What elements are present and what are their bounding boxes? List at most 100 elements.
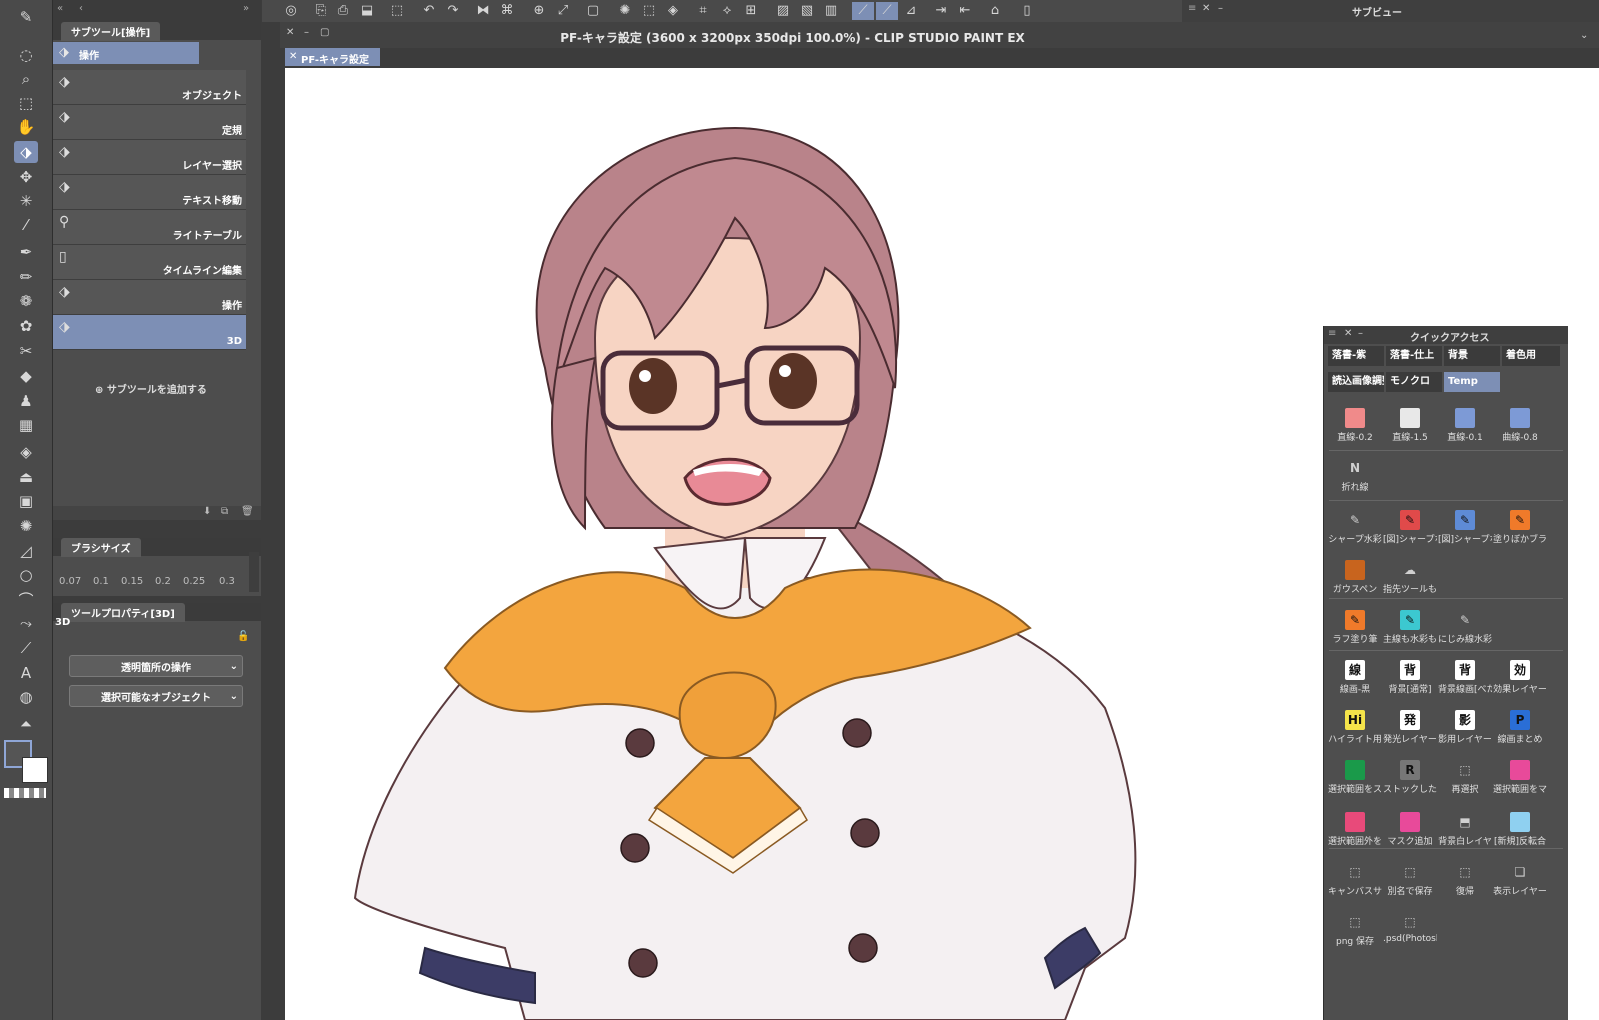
qa-tab[interactable]: 落書-紫: [1328, 346, 1384, 366]
qa-tab[interactable]: 背景: [1444, 346, 1500, 366]
qa-item[interactable]: ✎ にじみ線水彩: [1438, 604, 1492, 654]
qa-item[interactable]: ✎ [図]シャープな: [1383, 504, 1437, 554]
crop-icon[interactable]: ⌗: [694, 2, 712, 20]
app-icon[interactable]: ◎: [282, 2, 300, 20]
pyramid-icon[interactable]: ⏶: [14, 713, 38, 735]
open-icon[interactable]: ⎙: [334, 2, 352, 20]
save-icon[interactable]: ⬓: [358, 2, 376, 20]
qa-item[interactable]: 直線-1.5: [1383, 402, 1437, 452]
brush-size-preset[interactable]: 0.1: [93, 576, 109, 587]
brush-icon[interactable]: ❁: [14, 290, 38, 312]
qa-item[interactable]: 曲線-0.8: [1493, 402, 1547, 452]
airbrush-icon[interactable]: ✂: [14, 340, 38, 362]
layer-icon[interactable]: ▥: [822, 2, 840, 20]
close-icon[interactable]: ✕: [1344, 328, 1352, 339]
qa-item[interactable]: ⬚ .psd(Photosh: [1383, 906, 1437, 956]
add-subtool-button[interactable]: ⊕ サブツールを追加する: [95, 381, 207, 396]
subtool-group-operation[interactable]: ⬗ 操作: [53, 42, 199, 64]
collapse-left-icon[interactable]: «: [57, 3, 63, 14]
qa-item[interactable]: ⬚ 再選択: [1438, 754, 1492, 804]
deselect-icon[interactable]: ▢: [584, 2, 602, 20]
redo-icon[interactable]: ↷: [444, 2, 462, 20]
import-icon[interactable]: ⬇: [203, 506, 211, 517]
mesh-icon[interactable]: ▦: [14, 414, 38, 436]
qa-item[interactable]: ⬚ キャンバスサ: [1328, 856, 1382, 906]
free-transform-icon[interactable]: ⟡: [718, 2, 736, 20]
convert-icon[interactable]: ⬚: [640, 2, 658, 20]
lock-icon[interactable]: 🔓: [237, 631, 249, 642]
qa-item[interactable]: 発発光レイヤー: [1383, 704, 1437, 754]
new-file-icon[interactable]: ⎘: [312, 2, 330, 20]
qa-tab[interactable]: 落書-仕上: [1386, 346, 1442, 366]
qa-item[interactable]: ⬚ 別名で保存: [1383, 856, 1437, 906]
expand-icon[interactable]: »: [243, 3, 249, 14]
operation-tool-icon[interactable]: ⬗: [14, 141, 38, 163]
subtool-item-operation[interactable]: ⬗ 操作: [53, 280, 246, 315]
move-icon[interactable]: ✥: [14, 166, 38, 188]
qa-item[interactable]: Hi ハイライト用: [1328, 704, 1382, 754]
snap-grid-icon[interactable]: ⊿: [902, 2, 920, 20]
qa-item[interactable]: ✎ シャープ水彩: [1328, 504, 1382, 554]
qa-tab[interactable]: 着色用: [1502, 346, 1560, 366]
import-icon[interactable]: ⇤: [956, 2, 974, 20]
export-icon[interactable]: ⇥: [932, 2, 950, 20]
export-psd-icon[interactable]: ⬚: [388, 2, 406, 20]
tool-property-tab[interactable]: ツールプロパティ[3D]: [61, 602, 185, 622]
qa-item[interactable]: 選択範囲をマ: [1493, 754, 1547, 804]
magic-wand-icon[interactable]: ✳: [14, 190, 38, 212]
balloon-icon[interactable]: ◍: [14, 686, 38, 708]
frame-icon[interactable]: ◿: [14, 540, 38, 562]
close-icon[interactable]: ✕: [1202, 3, 1210, 14]
qa-tab[interactable]: 読込画像調整: [1328, 372, 1384, 392]
flip-icon[interactable]: ⧓: [474, 2, 492, 20]
qa-item[interactable]: 背背景[通常]: [1383, 654, 1437, 704]
learn-icon[interactable]: ⌂: [986, 2, 1004, 20]
qa-item[interactable]: ❏ 表示レイヤー: [1493, 856, 1547, 906]
qa-item[interactable]: ⬒ 背景白レイヤ: [1438, 806, 1492, 856]
qa-item[interactable]: 直線-0.2: [1328, 402, 1382, 452]
gradient-icon[interactable]: ▣: [14, 490, 38, 512]
panel-menu-icon[interactable]: ≡: [1328, 328, 1336, 339]
pencil-icon[interactable]: ✏: [14, 266, 38, 288]
qa-item[interactable]: ☁ 指先ツールもど: [1383, 554, 1437, 604]
transparent-color-swatch[interactable]: [4, 788, 46, 798]
zoom-in-icon[interactable]: ⊕: [530, 2, 548, 20]
sub-color-swatch[interactable]: [22, 757, 48, 783]
fill-icon[interactable]: ◈: [664, 2, 682, 20]
snap-special-icon[interactable]: ⟋: [876, 2, 898, 20]
trash-icon[interactable]: 🗑: [241, 506, 254, 517]
qa-item[interactable]: ✎ ラフ塗り筆: [1328, 604, 1382, 654]
qa-item[interactable]: 選択範囲外を: [1328, 806, 1382, 856]
qa-tab[interactable]: Temp: [1444, 372, 1500, 392]
subtool-item-object[interactable]: ⬗ オブジェクト: [53, 70, 246, 105]
scale-icon[interactable]: ⊞: [742, 2, 760, 20]
chevron-left-icon[interactable]: ‹: [79, 3, 83, 14]
qa-item[interactable]: N 折れ線: [1328, 452, 1382, 502]
brush-size-preset[interactable]: 0.07: [59, 576, 81, 587]
curve-icon[interactable]: ⌒: [14, 588, 38, 610]
fit-icon[interactable]: ⤢: [554, 2, 572, 20]
subtool-tab[interactable]: サブツール[操作]: [61, 21, 161, 41]
mask-edit-icon[interactable]: ▧: [798, 2, 816, 20]
qa-item[interactable]: [新規]反転合: [1493, 806, 1547, 856]
qa-item[interactable]: 背背景線画[べた: [1438, 654, 1492, 704]
transform-icon[interactable]: ⌘: [498, 2, 516, 20]
subtool-item-layer-select[interactable]: ⬗ レイヤー選択: [53, 140, 246, 175]
close-icon[interactable]: ✕: [289, 51, 297, 62]
qa-item[interactable]: ⬚ 復帰: [1438, 856, 1492, 906]
document-tab[interactable]: ✕ PF-キャラ設定: [285, 48, 380, 66]
undo-icon[interactable]: ↶: [420, 2, 438, 20]
minimize-icon[interactable]: –: [1358, 328, 1363, 339]
subtool-item-text-move[interactable]: ⬗ テキスト移動: [53, 175, 246, 210]
qa-item[interactable]: 直線-0.1: [1438, 402, 1492, 452]
chevron-down-icon[interactable]: ⌄: [1580, 30, 1588, 41]
brush-size-preset[interactable]: 0.25: [183, 576, 205, 587]
subtool-item-light-table[interactable]: ⚲ ライトテーブル: [53, 210, 246, 245]
subtool-item-timeline[interactable]: ▯ タイムライン編集: [53, 245, 246, 280]
fill-icon[interactable]: ◈: [14, 441, 38, 463]
qa-item[interactable]: ✎ 塗りぼかブラシ: [1493, 504, 1547, 554]
subtool-item-ruler[interactable]: ⬗ 定規: [53, 105, 246, 140]
minimize-icon[interactable]: –: [1218, 3, 1223, 14]
brush-size-preset[interactable]: 0.3: [219, 576, 235, 587]
qa-item[interactable]: 線線画-黒: [1328, 654, 1382, 704]
